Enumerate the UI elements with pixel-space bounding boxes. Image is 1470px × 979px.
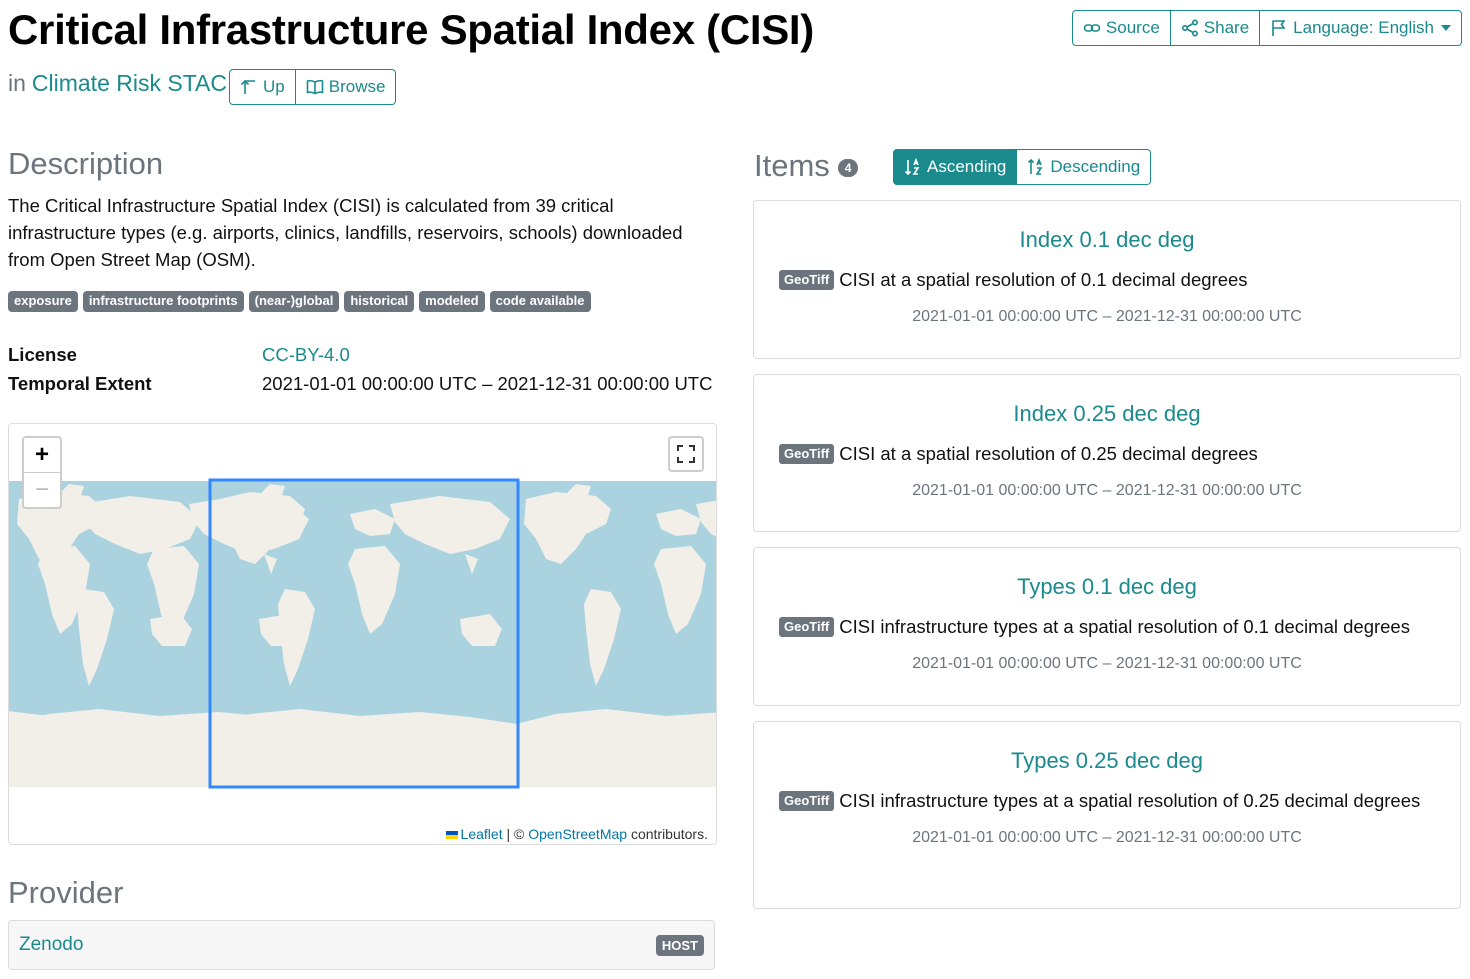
item-description: GeoTiff CISI infrastructure types at a sp… xyxy=(779,612,1436,641)
keyword-badge: modeled xyxy=(419,291,485,312)
items-count-badge: 4 xyxy=(837,159,859,177)
item-title-link[interactable]: Types 0.1 dec deg xyxy=(754,574,1460,600)
items-heading: Items 4 xyxy=(754,148,859,184)
breadcrumb-prefix: in xyxy=(8,70,26,96)
osm-link[interactable]: OpenStreetMap xyxy=(528,826,627,842)
asset-type-badge: GeoTiff xyxy=(779,444,835,464)
item-description: GeoTiff CISI at a spatial resolution of 0… xyxy=(779,265,1436,294)
breadcrumb: in Climate Risk STAC xyxy=(8,70,227,97)
temporal-extent-row: Temporal Extent 2021-01-01 00:00:00 UTC … xyxy=(8,369,712,398)
ukraine-flag-icon xyxy=(445,831,458,840)
nav-button-group: Up Browse xyxy=(229,69,397,105)
provider-link[interactable]: Zenodo xyxy=(19,934,83,956)
sort-descending-icon xyxy=(1028,158,1043,175)
fullscreen-icon xyxy=(677,445,695,463)
item-description-text: CISI infrastructure types at a spatial r… xyxy=(839,790,1421,811)
keyword-badge: exposure xyxy=(8,291,78,312)
chevron-down-icon xyxy=(1441,25,1451,31)
item-title-link[interactable]: Index 0.25 dec deg xyxy=(754,401,1460,427)
description-text: The Critical Infrastructure Spatial Inde… xyxy=(8,195,683,270)
up-button-label: Up xyxy=(263,77,285,96)
item-description-text: CISI at a spatial resolution of 0.25 dec… xyxy=(839,443,1258,464)
sort-descending-label: Descending xyxy=(1050,157,1141,176)
item-title-link[interactable]: Index 0.1 dec deg xyxy=(754,227,1460,253)
item-card[interactable]: Types 0.25 dec deg GeoTiff CISI infrastru… xyxy=(753,721,1461,909)
item-card[interactable]: Index 0.25 dec deg GeoTiff CISI at a spat… xyxy=(753,374,1461,532)
item-card[interactable]: Index 0.1 dec deg GeoTiff CISI at a spati… xyxy=(753,200,1461,359)
keyword-list: exposure infrastructure footprints (near… xyxy=(8,291,591,312)
asset-type-badge: GeoTiff xyxy=(779,270,835,290)
map-attribution: Leaflet | © OpenStreetMap contributors. xyxy=(443,826,710,842)
temporal-extent-label: Temporal Extent xyxy=(8,372,152,394)
license-label: License xyxy=(8,343,77,365)
item-temporal-extent: 2021-01-01 00:00:00 UTC – 2021-12-31 00:… xyxy=(912,655,1302,672)
keyword-badge: (near-)global xyxy=(248,291,340,312)
zoom-in-button[interactable]: + xyxy=(24,438,60,472)
asset-type-badge: GeoTiff xyxy=(779,791,835,811)
item-title-link[interactable]: Types 0.25 dec deg xyxy=(754,748,1460,774)
top-action-group: Source Share Language: English xyxy=(1071,10,1462,46)
provider-heading: Provider xyxy=(8,875,124,910)
source-button[interactable]: Source xyxy=(1071,10,1171,46)
language-dropdown[interactable]: Language: English xyxy=(1260,10,1462,46)
sort-ascending-label: Ascending xyxy=(927,157,1007,176)
browse-button[interactable]: Browse xyxy=(295,69,397,105)
page-title: Critical Infrastructure Spatial Index (C… xyxy=(8,6,814,53)
map-view[interactable]: + − Leaflet | © OpenStreetMap contributo… xyxy=(8,423,717,845)
item-description-text: CISI at a spatial resolution of 0.1 deci… xyxy=(839,269,1248,290)
flag-icon xyxy=(1272,20,1286,36)
license-row: License CC-BY-4.0 xyxy=(8,340,712,369)
provider-role-badge: HOST xyxy=(655,934,704,956)
provider-card: Zenodo HOST xyxy=(8,920,715,970)
source-button-label: Source xyxy=(1105,18,1160,37)
description-heading: Description xyxy=(8,146,164,181)
attribution-suffix: contributors. xyxy=(627,826,708,842)
sort-descending-button[interactable]: Descending xyxy=(1017,149,1152,185)
zoom-out-button[interactable]: − xyxy=(24,472,60,507)
fullscreen-button[interactable] xyxy=(668,436,704,472)
license-link[interactable]: CC-BY-4.0 xyxy=(262,344,350,365)
item-description-text: CISI infrastructure types at a spatial r… xyxy=(839,616,1410,637)
link-icon xyxy=(1083,24,1101,32)
sort-button-group: Ascending Descending xyxy=(893,149,1152,185)
up-button[interactable]: Up xyxy=(229,69,296,105)
breadcrumb-parent-link[interactable]: Climate Risk STAC xyxy=(32,70,227,97)
book-icon xyxy=(306,79,324,95)
language-dropdown-label: Language: English xyxy=(1293,18,1434,37)
sort-ascending-button[interactable]: Ascending xyxy=(893,149,1018,185)
share-button-label: Share xyxy=(1203,18,1250,37)
item-description: GeoTiff CISI at a spatial resolution of 0… xyxy=(779,439,1436,468)
items-heading-text: Items xyxy=(754,148,830,183)
keyword-badge: infrastructure footprints xyxy=(82,291,244,312)
temporal-extent-value: 2021-01-01 00:00:00 UTC – 2021-12-31 00:… xyxy=(262,372,713,394)
keyword-badge: historical xyxy=(344,291,415,312)
arrow-up-icon xyxy=(240,79,255,94)
share-button[interactable]: Share xyxy=(1170,10,1261,46)
item-card[interactable]: Types 0.1 dec deg GeoTiff CISI infrastruc… xyxy=(753,547,1461,706)
attribution-separator: | © xyxy=(502,826,529,842)
item-temporal-extent: 2021-01-01 00:00:00 UTC – 2021-12-31 00:… xyxy=(912,482,1302,499)
browse-button-label: Browse xyxy=(328,77,386,96)
item-description: GeoTiff CISI infrastructure types at a sp… xyxy=(779,786,1436,815)
zoom-control: + − xyxy=(22,436,62,509)
sort-ascending-icon xyxy=(904,158,920,176)
share-icon xyxy=(1181,19,1198,37)
item-temporal-extent: 2021-01-01 00:00:00 UTC – 2021-12-31 00:… xyxy=(912,308,1302,325)
item-temporal-extent: 2021-01-01 00:00:00 UTC – 2021-12-31 00:… xyxy=(912,829,1302,846)
world-map[interactable] xyxy=(9,424,716,844)
metadata-table: License CC-BY-4.0 Temporal Extent 2021-0… xyxy=(8,340,712,398)
leaflet-link[interactable]: Leaflet xyxy=(461,826,503,842)
keyword-badge: code available xyxy=(489,291,591,312)
asset-type-badge: GeoTiff xyxy=(779,617,835,637)
